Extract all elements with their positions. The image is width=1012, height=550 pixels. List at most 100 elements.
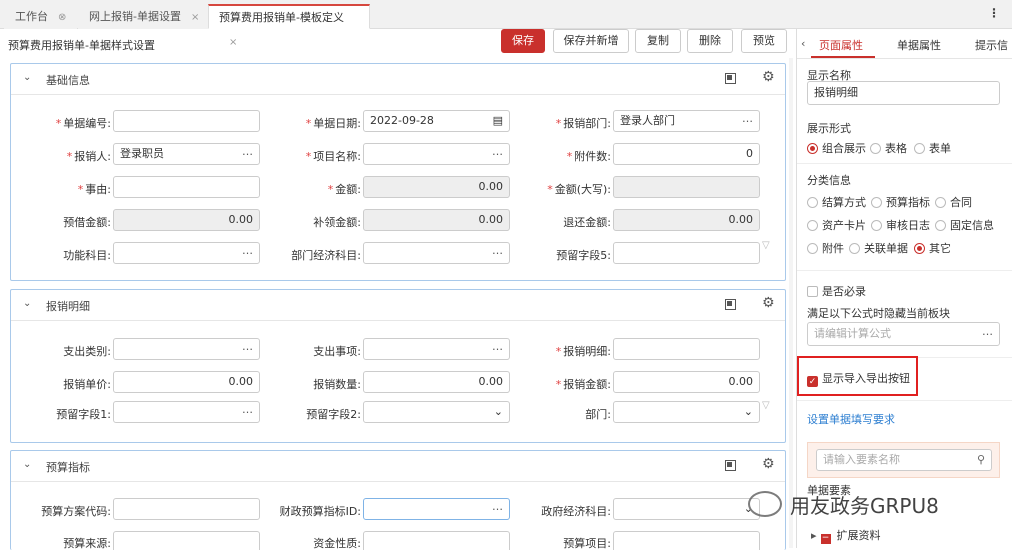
- field-label: * 金额:: [327, 183, 361, 196]
- tab-workbench[interactable]: 工作台 ⊗: [4, 4, 78, 29]
- radio-budget-indicator[interactable]: 预算指标: [871, 194, 930, 210]
- settings-icon[interactable]: ⊗: [58, 12, 66, 23]
- function-subject-input[interactable]: …: [113, 242, 260, 264]
- formula-input[interactable]: 请编辑计算公式…: [807, 322, 1000, 346]
- claim-amount-input[interactable]: 0.00: [613, 371, 760, 393]
- chevron-down-icon[interactable]: ⌄: [494, 402, 503, 422]
- layout-icon[interactable]: [725, 73, 736, 84]
- gear-icon[interactable]: ⚙: [762, 295, 775, 311]
- fund-nature-input[interactable]: [363, 531, 510, 550]
- caret-right-icon[interactable]: ▸: [811, 529, 817, 542]
- dept-economic-subject-input[interactable]: …: [363, 242, 510, 264]
- department-input[interactable]: 登录人部门…: [613, 110, 760, 132]
- expense-item-input[interactable]: …: [363, 338, 510, 360]
- panel-title: 报销明细: [46, 300, 90, 313]
- radio-contract[interactable]: 合同: [935, 194, 972, 210]
- preview-button[interactable]: 预览: [741, 29, 787, 53]
- radio-related-bill[interactable]: 关联单据: [849, 240, 908, 256]
- more-icon[interactable]: …: [492, 499, 503, 517]
- more-menu-icon[interactable]: ⋮: [988, 6, 1000, 20]
- reserved-field2-select[interactable]: ⌄: [363, 401, 510, 423]
- panel-title: 基础信息: [46, 74, 90, 87]
- refund-amount-input[interactable]: 0.00: [613, 209, 760, 231]
- close-icon[interactable]: ×: [191, 12, 199, 23]
- radio-icon: [807, 143, 818, 154]
- tab-bill-properties[interactable]: 单据属性: [897, 37, 941, 53]
- radio-fixed-info[interactable]: 固定信息: [935, 217, 994, 233]
- more-icon[interactable]: …: [492, 339, 503, 357]
- gov-economic-subject-select[interactable]: ⌄: [613, 498, 760, 520]
- layout-icon[interactable]: [725, 299, 736, 310]
- tab-page-properties[interactable]: 页面属性: [819, 37, 863, 53]
- radio-settlement[interactable]: 结算方式: [807, 194, 866, 210]
- claimant-input[interactable]: 登录职员…: [113, 143, 260, 165]
- chevron-down-icon[interactable]: ⌄: [23, 72, 31, 83]
- more-icon[interactable]: …: [242, 339, 253, 357]
- unit-price-input[interactable]: 0.00: [113, 371, 260, 393]
- field-label: 预留字段5:: [556, 249, 611, 262]
- department-select[interactable]: ⌄: [613, 401, 760, 423]
- filter-icon[interactable]: ▽: [762, 240, 770, 251]
- delete-button[interactable]: 删除: [687, 29, 733, 53]
- tab-bill-settings[interactable]: 网上报销-单据设置 ×: [78, 4, 211, 29]
- reserved-field1-input[interactable]: …: [113, 401, 260, 423]
- amount-input[interactable]: 0.00: [363, 176, 510, 198]
- bill-date-input[interactable]: 2022-09-28 ▤: [363, 110, 510, 132]
- radio-table[interactable]: 表格: [870, 140, 907, 156]
- budget-scheme-code-input[interactable]: [113, 498, 260, 520]
- fill-requirements-link[interactable]: 设置单据填写要求: [807, 411, 895, 427]
- copy-button[interactable]: 复制: [635, 29, 681, 53]
- radio-attachment[interactable]: 附件: [807, 240, 844, 256]
- radio-audit-log[interactable]: 审核日志: [871, 217, 930, 233]
- close-icon[interactable]: ×: [229, 37, 237, 48]
- radio-asset-card[interactable]: 资产卡片: [807, 217, 866, 233]
- search-icon[interactable]: ⚲: [977, 450, 985, 470]
- save-button[interactable]: 保存: [501, 29, 545, 53]
- chevron-left-icon[interactable]: ‹: [801, 37, 805, 50]
- attachments-input[interactable]: 0: [613, 143, 760, 165]
- more-icon[interactable]: …: [982, 321, 993, 343]
- tab-template-definition[interactable]: 预算费用报销单-模板定义×: [208, 4, 370, 48]
- tree-item[interactable]: ▸ − 扩展资料: [811, 527, 881, 544]
- chevron-down-icon[interactable]: ⌄: [23, 459, 31, 470]
- project-name-input[interactable]: …: [363, 143, 510, 165]
- required-checkbox[interactable]: 是否必录: [807, 283, 866, 299]
- more-icon[interactable]: …: [492, 243, 503, 261]
- page-title: 预算费用报销单-单据样式设置: [8, 39, 155, 52]
- display-name-input[interactable]: 报销明细: [807, 81, 1000, 105]
- radio-other[interactable]: 其它: [914, 240, 951, 256]
- scrollbar[interactable]: [789, 58, 793, 548]
- reason-input[interactable]: [113, 176, 260, 198]
- import-export-checkbox[interactable]: ✓ 显示导入导出按钮: [807, 370, 910, 387]
- element-search-input[interactable]: 请输入要素名称 ⚲: [816, 449, 992, 471]
- expense-category-input[interactable]: …: [113, 338, 260, 360]
- reserved-field5-input[interactable]: [613, 242, 760, 264]
- more-icon[interactable]: …: [492, 144, 503, 162]
- save-and-new-button[interactable]: 保存并新增: [553, 29, 629, 53]
- layout-icon[interactable]: [725, 460, 736, 471]
- chevron-down-icon[interactable]: ⌄: [744, 402, 753, 422]
- radio-form[interactable]: 表单: [914, 140, 951, 156]
- filter-icon[interactable]: ▽: [762, 400, 770, 411]
- budget-indicator-id-input[interactable]: …: [363, 498, 510, 520]
- amount-uppercase-input[interactable]: [613, 176, 760, 198]
- tab-hints[interactable]: 提示信: [975, 37, 1012, 53]
- more-icon[interactable]: …: [242, 402, 253, 420]
- quantity-input[interactable]: 0.00: [363, 371, 510, 393]
- advance-amount-input[interactable]: 0.00: [113, 209, 260, 231]
- collapse-icon[interactable]: −: [820, 534, 831, 544]
- gear-icon[interactable]: ⚙: [762, 456, 775, 472]
- chevron-down-icon[interactable]: ⌄: [23, 298, 31, 309]
- supplement-amount-input[interactable]: 0.00: [363, 209, 510, 231]
- budget-source-input[interactable]: [113, 531, 260, 550]
- more-icon[interactable]: …: [242, 144, 253, 162]
- calendar-icon[interactable]: ▤: [493, 111, 503, 131]
- more-icon[interactable]: …: [242, 243, 253, 261]
- gear-icon[interactable]: ⚙: [762, 69, 775, 85]
- bill-number-input[interactable]: [113, 110, 260, 132]
- budget-project-input[interactable]: [613, 531, 760, 550]
- formula-label: 满足以下公式时隐藏当前板块: [807, 307, 950, 320]
- more-icon[interactable]: …: [742, 111, 753, 129]
- expense-detail-input[interactable]: [613, 338, 760, 360]
- radio-combined[interactable]: 组合展示: [807, 140, 866, 156]
